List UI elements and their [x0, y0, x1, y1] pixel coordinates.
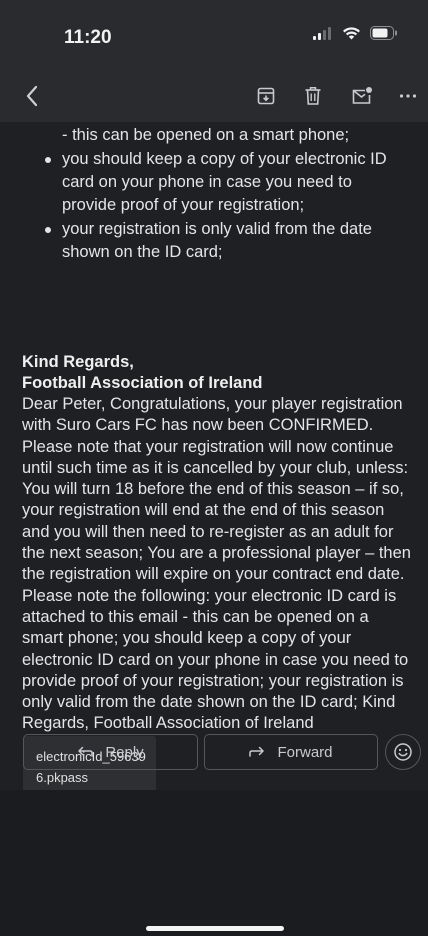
signoff-sender: Football Association of Ireland — [22, 374, 263, 392]
status-bar: 11:20 — [0, 0, 428, 70]
battery-icon — [370, 26, 397, 40]
more-horizontal-icon — [399, 94, 417, 98]
email-body-text: Dear Peter, Congratulations, your player… — [22, 395, 411, 733]
bullet-item: you should keep a copy of your electroni… — [45, 148, 392, 217]
reply-label: Reply — [105, 743, 144, 761]
bullet-dot — [45, 227, 51, 233]
forward-icon — [249, 746, 265, 757]
trash-icon — [305, 87, 321, 105]
mark-unread-icon — [352, 87, 372, 104]
reply-icon — [78, 746, 94, 757]
chevron-left-icon — [26, 85, 38, 107]
signoff: Kind Regards, Football Association of Ir… — [22, 352, 263, 394]
bullet-item-continued: - this can be opened on a smart phone; — [62, 126, 350, 144]
bullet-text: your registration is only valid from the… — [62, 220, 372, 261]
bottom-bar — [0, 790, 428, 936]
signoff-line: Kind Regards, — [22, 353, 134, 371]
emoji-reaction-button[interactable] — [385, 734, 421, 770]
reply-button[interactable]: Reply — [23, 734, 198, 770]
status-time: 11:20 — [64, 27, 112, 48]
cellular-signal-icon — [313, 26, 331, 40]
back-button[interactable] — [20, 84, 44, 108]
archive-icon — [257, 87, 275, 105]
bullet-item: your registration is only valid from the… — [45, 218, 392, 264]
wifi-icon — [343, 27, 360, 40]
archive-button[interactable] — [254, 84, 278, 108]
status-icons — [313, 26, 398, 40]
more-button[interactable] — [396, 84, 420, 108]
home-indicator[interactable] — [146, 926, 284, 931]
bullet-dot — [45, 157, 51, 163]
mark-unread-button[interactable] — [350, 84, 374, 108]
bullet-text: you should keep a copy of your electroni… — [62, 150, 387, 214]
forward-label: Forward — [277, 743, 333, 761]
email-toolbar — [0, 70, 428, 122]
smiley-icon — [394, 743, 412, 761]
delete-button[interactable] — [301, 84, 325, 108]
forward-button[interactable]: Forward — [204, 734, 378, 770]
